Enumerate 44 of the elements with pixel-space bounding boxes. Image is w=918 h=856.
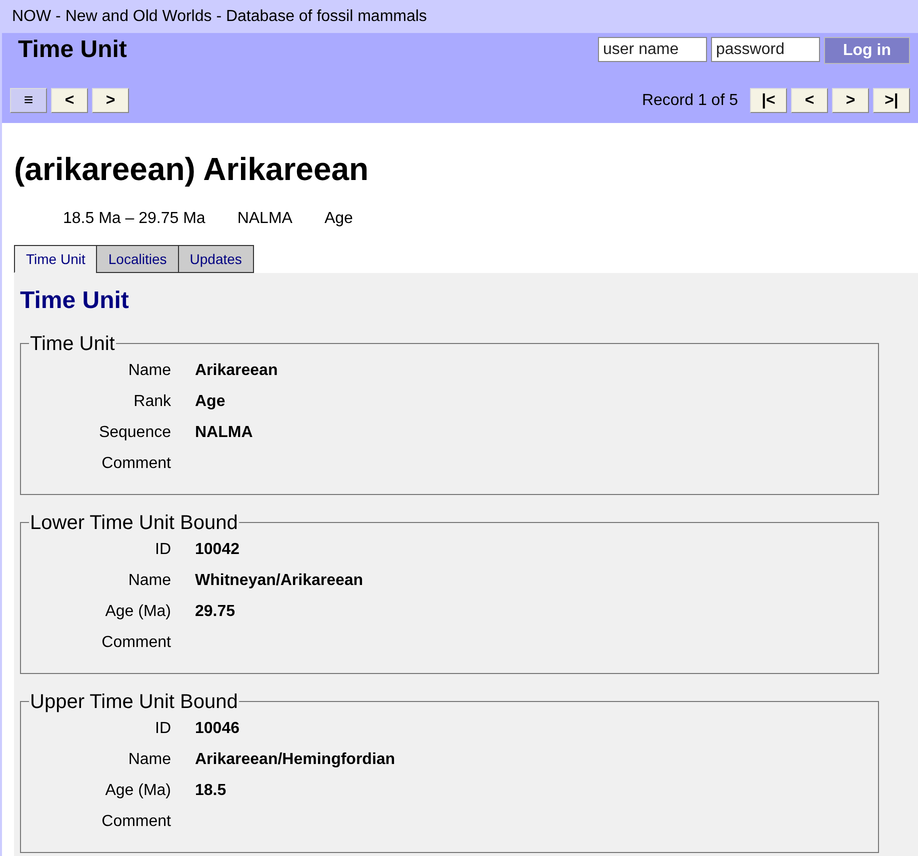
record-nav-button[interactable]: <	[791, 88, 828, 113]
password-field[interactable]: password	[711, 37, 820, 62]
menu-button[interactable]: ≡	[10, 88, 47, 113]
group-legend: Time Unit	[29, 332, 116, 356]
group-legend: Upper Time Unit Bound	[29, 690, 239, 714]
summary-text: NALMA	[237, 209, 292, 229]
field-label: Name	[127, 361, 171, 382]
group-legend: Lower Time Unit Bound	[29, 510, 239, 535]
record-nav-button[interactable]: >|	[873, 88, 910, 113]
nav-button[interactable]: >	[92, 88, 129, 113]
field-value: 10042	[195, 540, 240, 560]
field-label: ID	[154, 540, 171, 560]
field-value: NALMA	[195, 423, 253, 444]
field-value: Arikareean/Hemingfordian	[195, 750, 396, 770]
tab[interactable]: Updates	[178, 245, 254, 273]
field-value: 29.75	[195, 602, 236, 622]
field-label: Comment	[100, 633, 171, 654]
field-label: Age (Ma)	[104, 781, 171, 802]
section-heading: Time Unit	[20, 287, 130, 316]
field-label: Comment	[100, 454, 171, 474]
field-label: Name	[127, 571, 171, 592]
field-value: Arikareean	[195, 361, 278, 382]
page-title: Time Unit	[17, 35, 127, 65]
field-value: 18.5	[195, 781, 226, 802]
field-label: Comment	[100, 812, 171, 832]
tab[interactable]: Time Unit	[14, 245, 98, 273]
field-label: ID	[154, 719, 171, 740]
tab[interactable]: Localities	[96, 245, 179, 273]
username-field[interactable]: user name	[598, 37, 707, 62]
field-label: Rank	[132, 392, 171, 412]
field-value: Age	[195, 392, 226, 412]
window-title: NOW - New and Old Worlds - Database of fossil mammals	[2, 0, 918, 33]
field-label: Sequence	[98, 423, 171, 444]
field-label: Age (Ma)	[104, 602, 171, 622]
field-label: Name	[127, 750, 171, 770]
record-title: (arikareean) Arikareean	[14, 150, 370, 189]
record-counter: Record 1 of 5	[642, 90, 738, 110]
record-nav-button[interactable]: >	[832, 88, 869, 113]
field-value: Whitneyan/Arikareean	[195, 571, 364, 592]
summary-text: Age	[324, 209, 353, 229]
summary-text: 18.5 Ma – 29.75 Ma	[63, 209, 206, 229]
record-nav-button[interactable]: |<	[750, 88, 787, 113]
field-value: 10046	[195, 719, 240, 740]
nav-button[interactable]: <	[51, 88, 88, 113]
